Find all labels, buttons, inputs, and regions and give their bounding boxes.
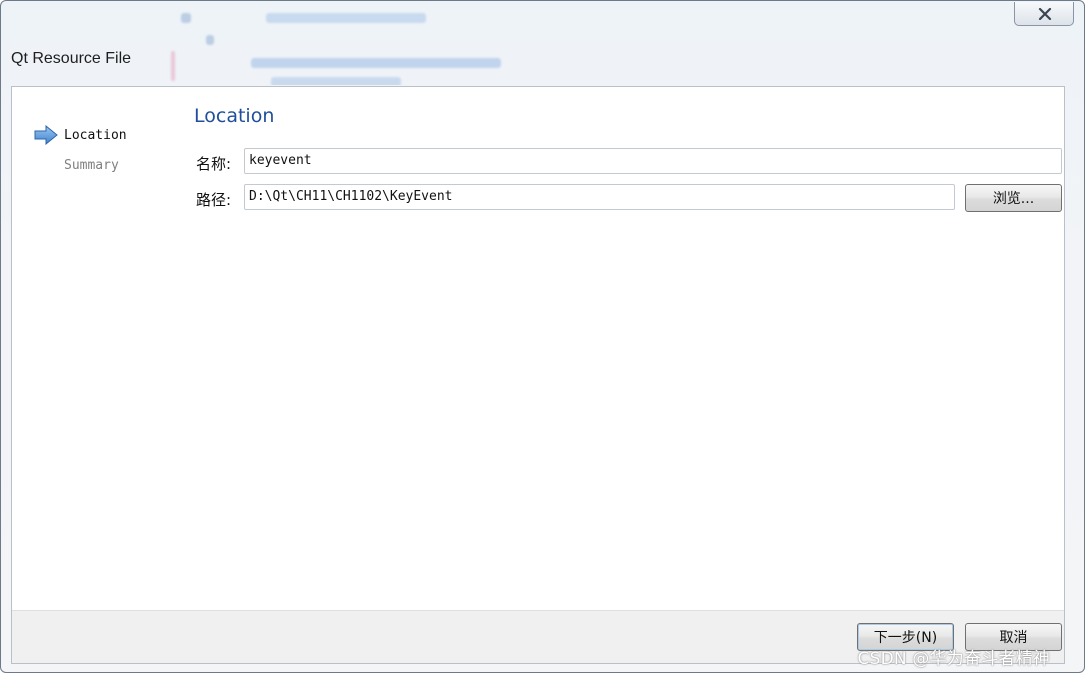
wizard-content: Location Summary Location 名称: keyevent 路… (11, 86, 1065, 669)
path-input[interactable]: D:\Qt\CH11\CH1102\KeyEvent (244, 184, 955, 210)
wizard-dialog: Qt Resource File Location Summary Locati… (0, 0, 1085, 673)
close-icon (1038, 8, 1052, 20)
page-title: Location (194, 105, 275, 127)
watermark: CSDN @华为奋斗者精神 (857, 649, 1050, 669)
title-bar[interactable]: Qt Resource File (1, 1, 1084, 85)
browse-button[interactable]: 浏览... (965, 184, 1062, 212)
window-title: Qt Resource File (11, 50, 132, 67)
arrow-right-icon (34, 125, 58, 145)
name-input[interactable]: keyevent (244, 148, 1062, 174)
name-label: 名称: (196, 155, 232, 173)
close-button[interactable] (1014, 2, 1074, 26)
path-label: 路径: (196, 191, 232, 209)
title-bar-glass-background (151, 1, 611, 85)
step-label: Summary (64, 158, 119, 173)
step-label: Location (64, 128, 127, 143)
